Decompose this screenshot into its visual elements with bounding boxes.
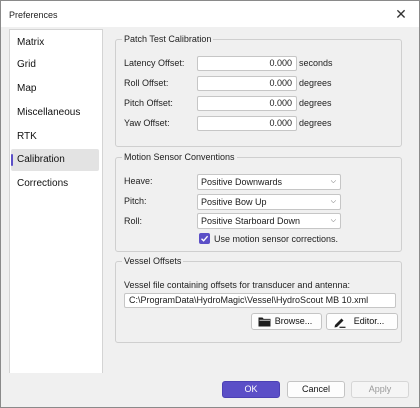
- latency-unit: seconds: [299, 58, 333, 68]
- nav-item-label: Calibration: [17, 154, 65, 165]
- nav-item-calibration[interactable]: Calibration: [11, 149, 99, 171]
- roll-unit: degrees: [299, 78, 332, 88]
- nav-item-corrections[interactable]: Corrections: [11, 173, 99, 195]
- roll-dropdown[interactable]: Positive Starboard Down ⌵: [197, 213, 341, 229]
- motion-sensor-group: Motion Sensor Conventions Heave: Positiv…: [115, 152, 402, 252]
- close-button[interactable]: ✕: [383, 1, 419, 27]
- heave-label: Heave:: [124, 176, 153, 186]
- heave-value: Positive Downwards: [201, 177, 283, 187]
- browse-button[interactable]: Browse...: [251, 313, 322, 330]
- nav-item-label: Miscellaneous: [17, 107, 81, 118]
- pitch-value: Positive Bow Up: [201, 197, 267, 207]
- nav-item-map[interactable]: Map: [11, 78, 99, 100]
- vessel-offsets-group: Vessel Offsets Vessel file containing of…: [115, 256, 402, 343]
- title-bar: Preferences ✕: [1, 1, 419, 27]
- pitch-unit: degrees: [299, 98, 332, 108]
- editor-button[interactable]: Editor...: [326, 313, 398, 330]
- roll-value: Positive Starboard Down: [201, 216, 301, 226]
- group-legend: Motion Sensor Conventions: [122, 152, 237, 162]
- use-motion-corrections-label: Use motion sensor corrections.: [214, 234, 339, 244]
- nav-item-grid[interactable]: Grid: [11, 54, 99, 76]
- cancel-button[interactable]: Cancel: [287, 381, 345, 398]
- chevron-down-icon: ⌵: [330, 198, 336, 205]
- latency-offset-input[interactable]: 0.000: [197, 56, 297, 71]
- vessel-file-path-input[interactable]: C:\ProgramData\HydroMagic\Vessel\HydroSc…: [124, 293, 396, 308]
- yaw-offset-label: Yaw Offset:: [124, 118, 170, 128]
- pitch-offset-label: Pitch Offset:: [124, 98, 173, 108]
- nav-item-miscellaneous[interactable]: Miscellaneous: [11, 102, 99, 124]
- group-legend: Vessel Offsets: [122, 256, 184, 266]
- pencil-icon: [334, 318, 346, 328]
- pitch-label: Pitch:: [124, 196, 147, 206]
- use-motion-corrections-checkbox[interactable]: [199, 233, 210, 244]
- folder-icon: [258, 317, 271, 327]
- nav-item-label: RTK: [17, 131, 37, 142]
- nav-item-label: Corrections: [17, 178, 69, 189]
- nav-item-label: Grid: [17, 59, 36, 70]
- category-list: Matrix Grid Map Miscellaneous RTK Calibr…: [9, 29, 103, 375]
- chevron-down-icon: ⌵: [330, 217, 336, 224]
- dialog-footer: OK Cancel Apply: [1, 373, 419, 407]
- yaw-unit: degrees: [299, 118, 332, 128]
- latency-offset-label: Latency Offset:: [124, 58, 185, 68]
- nav-item-label: Map: [17, 83, 37, 94]
- pitch-dropdown[interactable]: Positive Bow Up ⌵: [197, 194, 341, 210]
- roll-label: Roll:: [124, 216, 143, 226]
- patch-test-group: Patch Test Calibration Latency Offset: 0…: [115, 34, 402, 147]
- yaw-offset-input[interactable]: 0.000: [197, 116, 297, 131]
- chevron-down-icon: ⌵: [330, 178, 336, 185]
- nav-item-rtk[interactable]: RTK: [11, 126, 99, 148]
- nav-item-label: Matrix: [17, 37, 45, 48]
- ok-button[interactable]: OK: [222, 381, 280, 398]
- nav-item-matrix[interactable]: Matrix: [11, 32, 99, 54]
- pitch-offset-input[interactable]: 0.000: [197, 96, 297, 111]
- group-legend: Patch Test Calibration: [122, 34, 214, 44]
- roll-offset-input[interactable]: 0.000: [197, 76, 297, 91]
- apply-button[interactable]: Apply: [351, 381, 409, 398]
- checkmark-icon: [201, 235, 209, 242]
- close-icon: ✕: [395, 6, 407, 22]
- preferences-dialog: Preferences ✕ Matrix Grid Map Miscellane…: [0, 0, 420, 408]
- editor-button-label: Editor...: [353, 316, 385, 326]
- roll-offset-label: Roll Offset:: [124, 78, 169, 88]
- window-title: Preferences: [9, 10, 58, 20]
- vessel-file-description: Vessel file containing offsets for trans…: [124, 280, 350, 290]
- heave-dropdown[interactable]: Positive Downwards ⌵: [197, 174, 341, 190]
